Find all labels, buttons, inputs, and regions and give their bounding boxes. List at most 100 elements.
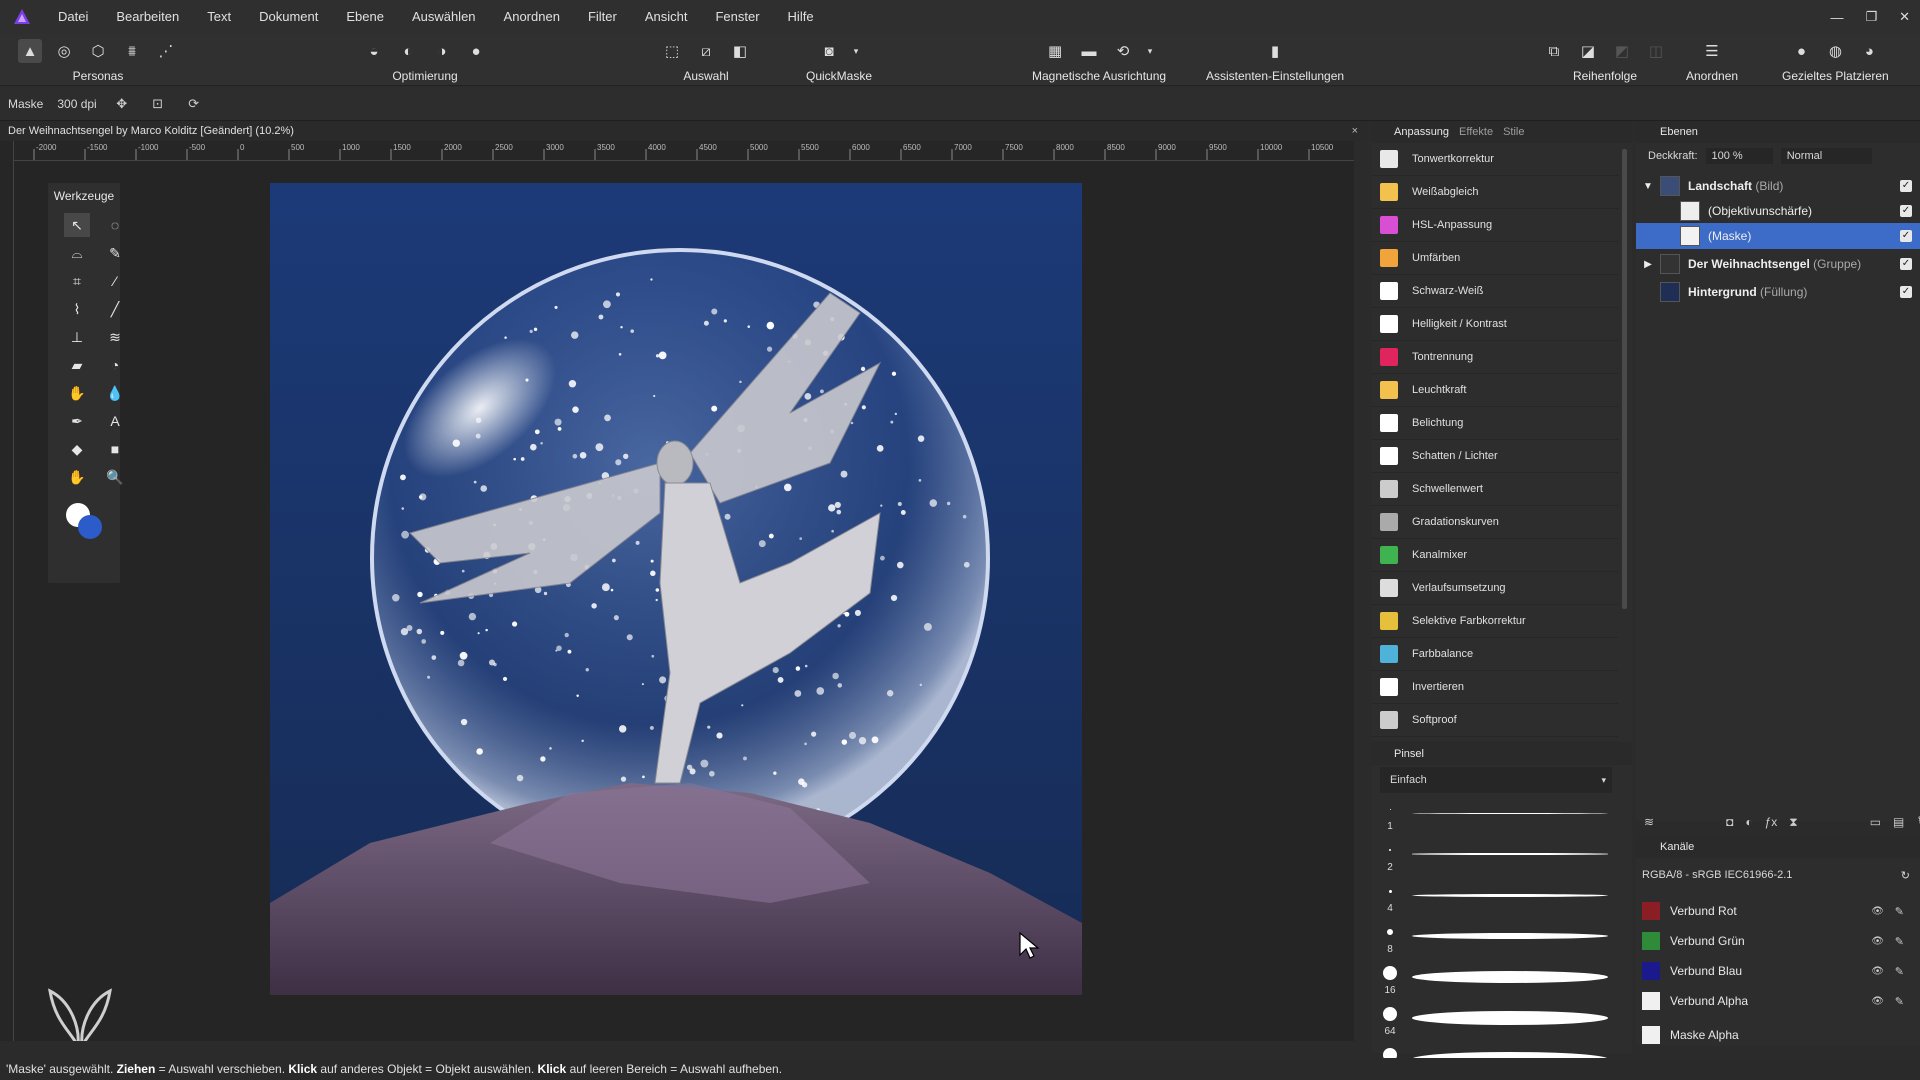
brush-preset[interactable]: 4 bbox=[1372, 881, 1618, 922]
brush-preset[interactable]: 8 bbox=[1372, 922, 1618, 963]
layers-title[interactable]: Ebenen bbox=[1660, 126, 1698, 138]
channel-edit-icon[interactable]: ✎ bbox=[1895, 935, 1904, 948]
transform-origin-icon[interactable]: ✥ bbox=[111, 94, 133, 114]
channel-row[interactable]: Verbund Grün 👁 ✎ bbox=[1636, 926, 1920, 956]
adjustment-item[interactable]: Leuchtkraft bbox=[1372, 374, 1618, 407]
channel-visibility-icon[interactable]: 👁 bbox=[1871, 936, 1884, 947]
channel-visibility-icon[interactable]: 👁 bbox=[1871, 966, 1884, 977]
tab-stile[interactable]: Stile bbox=[1503, 126, 1524, 138]
brushes-title[interactable]: Pinsel bbox=[1394, 748, 1424, 760]
eyedropper-icon[interactable]: ⁄ bbox=[102, 269, 128, 293]
menu-dokument[interactable]: Dokument bbox=[245, 0, 332, 34]
channel-edit-icon[interactable]: ✎ bbox=[1895, 965, 1904, 978]
visibility-checkbox[interactable]: ✓ bbox=[1900, 230, 1912, 242]
collapse-arrow-icon[interactable]: ▼ bbox=[1636, 181, 1660, 192]
quickmask-icon[interactable]: ◙ bbox=[817, 39, 841, 63]
menu-hilfe[interactable]: Hilfe bbox=[774, 0, 828, 34]
snapping-options-icon[interactable]: ▬ bbox=[1077, 39, 1101, 63]
healing-brush-icon[interactable]: ≋ bbox=[102, 325, 128, 349]
align-icon[interactable]: ☰ bbox=[1700, 39, 1724, 63]
text-tool-icon[interactable]: A bbox=[102, 409, 128, 433]
eraser-icon[interactable]: ▰ bbox=[64, 353, 90, 377]
channel-row[interactable]: Maske Alpha bbox=[1636, 1020, 1920, 1050]
insert-top-icon[interactable]: ◍ bbox=[1823, 39, 1847, 63]
marquee-tool-icon[interactable]: ◌ bbox=[102, 213, 128, 237]
add-layer-icon[interactable]: ▤ bbox=[1893, 815, 1904, 829]
channel-edit-icon[interactable]: ✎ bbox=[1895, 905, 1904, 918]
adjustment-item[interactable]: Weißabgleich bbox=[1372, 176, 1618, 209]
adjustment-item[interactable]: Belichtung bbox=[1372, 407, 1618, 440]
add-filter-icon[interactable]: ⧗ bbox=[1789, 815, 1797, 830]
layer-stack-icon[interactable]: ≋ bbox=[1644, 815, 1654, 829]
move-to-front-icon[interactable]: ◫ bbox=[1644, 39, 1668, 63]
visibility-checkbox[interactable]: ✓ bbox=[1900, 180, 1912, 192]
close-document-icon[interactable]: × bbox=[1352, 121, 1358, 141]
menu-anordnen[interactable]: Anordnen bbox=[490, 0, 574, 34]
insert-behind-icon[interactable]: ● bbox=[1789, 39, 1813, 63]
channel-visibility-icon[interactable]: 👁 bbox=[1871, 996, 1884, 1007]
move-tool-icon[interactable]: ↖ bbox=[64, 213, 90, 237]
document-tab[interactable]: Der Weihnachtsengel by Marco Kolditz [Ge… bbox=[0, 121, 1368, 141]
dodge-tool-icon[interactable]: ◔ bbox=[102, 353, 128, 377]
channels-title[interactable]: Kanäle bbox=[1660, 841, 1694, 853]
select-all-icon[interactable]: ⬚ bbox=[660, 39, 684, 63]
adjustment-item[interactable]: HSL-Anpassung bbox=[1372, 209, 1618, 242]
auto-white-balance-icon[interactable]: ● bbox=[464, 39, 488, 63]
adjustment-item[interactable]: Helligkeit / Kontrast bbox=[1372, 308, 1618, 341]
layer-hintergrund[interactable]: Hintergrund (Füllung) ✓ bbox=[1636, 279, 1920, 305]
layer-weihnachtsengel[interactable]: ▶ Der Weihnachtsengel (Gruppe) ✓ bbox=[1636, 251, 1920, 277]
minimize-icon[interactable]: — bbox=[1830, 10, 1843, 25]
adjustment-item[interactable]: Selektive Farbkorrektur bbox=[1372, 605, 1618, 638]
menu-ansicht[interactable]: Ansicht bbox=[631, 0, 702, 34]
move-to-back-icon[interactable]: ⧉ bbox=[1542, 39, 1566, 63]
add-effect-icon[interactable]: ƒx bbox=[1765, 815, 1778, 829]
canvas-area[interactable] bbox=[14, 161, 1354, 1041]
brush-preset[interactable]: 1 bbox=[1372, 799, 1618, 840]
menu-ebene[interactable]: Ebene bbox=[332, 0, 398, 34]
snapping-grid-icon[interactable]: ▦ bbox=[1043, 39, 1067, 63]
menu-datei[interactable]: Datei bbox=[44, 0, 102, 34]
quickmask-dropdown-icon[interactable]: ▾ bbox=[851, 39, 861, 63]
channel-row[interactable]: Verbund Blau 👁 ✎ bbox=[1636, 956, 1920, 986]
affinity-photo-logo-icon[interactable] bbox=[0, 0, 44, 34]
adjustment-item[interactable]: Verlaufsumsetzung bbox=[1372, 572, 1618, 605]
transform-options-icon[interactable]: ⊡ bbox=[147, 94, 169, 114]
auto-contrast-icon[interactable]: ◐ bbox=[396, 39, 420, 63]
tone-mapping-persona-icon[interactable]: ⩩ bbox=[120, 39, 144, 63]
channel-row[interactable]: Verbund Rot 👁 ✎ bbox=[1636, 896, 1920, 926]
develop-persona-icon[interactable]: ⬡ bbox=[86, 39, 110, 63]
channel-edit-icon[interactable]: ✎ bbox=[1895, 995, 1904, 1008]
deselect-icon[interactable]: ⧄ bbox=[694, 39, 718, 63]
add-mask-icon[interactable]: ◘ bbox=[1726, 815, 1733, 829]
visibility-checkbox[interactable]: ✓ bbox=[1900, 286, 1912, 298]
move-back-icon[interactable]: ◪ bbox=[1576, 39, 1600, 63]
clone-stamp-icon[interactable]: ⊥ bbox=[64, 325, 90, 349]
zoom-tool-icon[interactable]: 🔍 bbox=[102, 465, 128, 489]
layer-maske[interactable]: (Maske) ✓ bbox=[1636, 223, 1920, 249]
adjustment-item[interactable]: Softproof bbox=[1372, 704, 1618, 737]
auto-levels-icon[interactable]: ◒ bbox=[362, 39, 386, 63]
blur-tool-icon[interactable]: 💧 bbox=[102, 381, 128, 405]
adjustment-item[interactable]: Schwarz-Weiß bbox=[1372, 275, 1618, 308]
adjustment-item[interactable]: Invertieren bbox=[1372, 671, 1618, 704]
liquify-persona-icon[interactable]: ◎ bbox=[52, 39, 76, 63]
menu-fenster[interactable]: Fenster bbox=[701, 0, 773, 34]
adjustment-item[interactable]: Tonwertkorrektur bbox=[1372, 143, 1618, 176]
insert-inside-icon[interactable]: ◕ bbox=[1857, 39, 1881, 63]
brush-preset[interactable]: 2 bbox=[1372, 840, 1618, 881]
snapping-dropdown-icon[interactable]: ▾ bbox=[1145, 39, 1155, 63]
visibility-checkbox[interactable]: ✓ bbox=[1900, 258, 1912, 270]
add-group-icon[interactable]: ▭ bbox=[1870, 815, 1881, 829]
menu-text[interactable]: Text bbox=[193, 0, 245, 34]
smudge-tool-icon[interactable]: ✋ bbox=[64, 381, 90, 405]
reset-channels-icon[interactable]: ↻ bbox=[1901, 869, 1910, 882]
pixel-brush-icon[interactable]: ╱ bbox=[102, 297, 128, 321]
shape-tool-icon[interactable]: ■ bbox=[102, 437, 128, 461]
adjustment-item[interactable]: Schatten / Lichter bbox=[1372, 440, 1618, 473]
adjustment-item[interactable]: Umfärben bbox=[1372, 242, 1618, 275]
adjustment-item[interactable]: Tontrennung bbox=[1372, 341, 1618, 374]
blend-mode-select[interactable]: Normal bbox=[1780, 148, 1873, 164]
fill-tool-icon[interactable]: ◆ bbox=[64, 437, 90, 461]
paint-brush-icon[interactable]: ⌇ bbox=[64, 297, 90, 321]
hand-tool-icon[interactable]: ✋ bbox=[64, 465, 90, 489]
